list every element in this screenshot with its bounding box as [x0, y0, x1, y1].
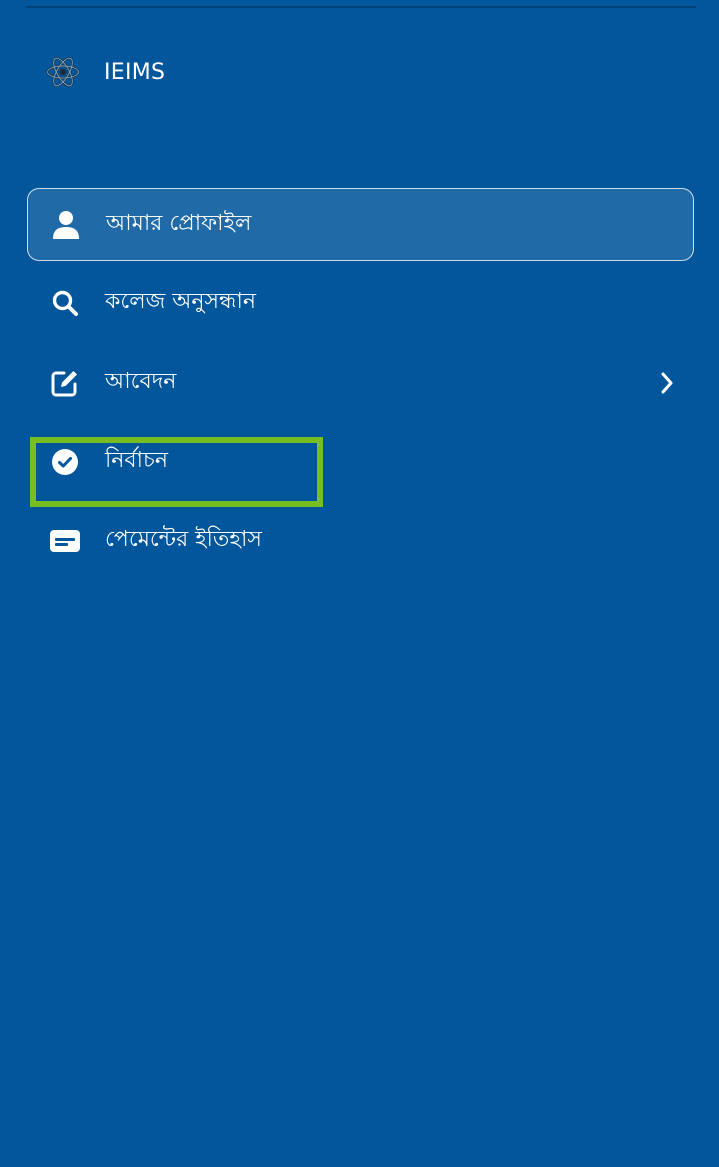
nav-item-payment-history[interactable]: পেমেন্টের ইতিহাস — [27, 504, 694, 577]
chevron-right-icon[interactable] — [656, 372, 678, 394]
top-divider — [26, 6, 696, 8]
nav-item-college-search[interactable]: কলেজ অনুসন্ধান — [27, 266, 694, 339]
brand: IEIMS — [44, 52, 165, 92]
user-icon — [50, 209, 82, 241]
app-title: IEIMS — [104, 59, 166, 85]
check-circle-icon — [49, 446, 81, 478]
side-menu: আমার প্রোফাইল কলেজ অনুসন্ধান আবেদন নির্ব… — [27, 188, 694, 577]
nav-item-label: পেমেন্টের ইতিহাস — [105, 527, 262, 552]
nav-item-label: কলেজ অনুসন্ধান — [105, 289, 256, 314]
search-icon — [49, 287, 81, 319]
react-atom-icon — [44, 53, 82, 91]
nav-item-my-profile[interactable]: আমার প্রোফাইল — [27, 188, 694, 261]
nav-item-label: নির্বাচন — [105, 448, 169, 473]
edit-icon — [49, 367, 81, 399]
nav-item-selection[interactable]: নির্বাচন — [27, 425, 694, 498]
nav-item-label: আবেদন — [105, 369, 177, 394]
id-card-icon — [49, 525, 81, 557]
nav-item-application[interactable]: আবেদন — [27, 346, 694, 419]
nav-item-label: আমার প্রোফাইল — [106, 211, 252, 236]
